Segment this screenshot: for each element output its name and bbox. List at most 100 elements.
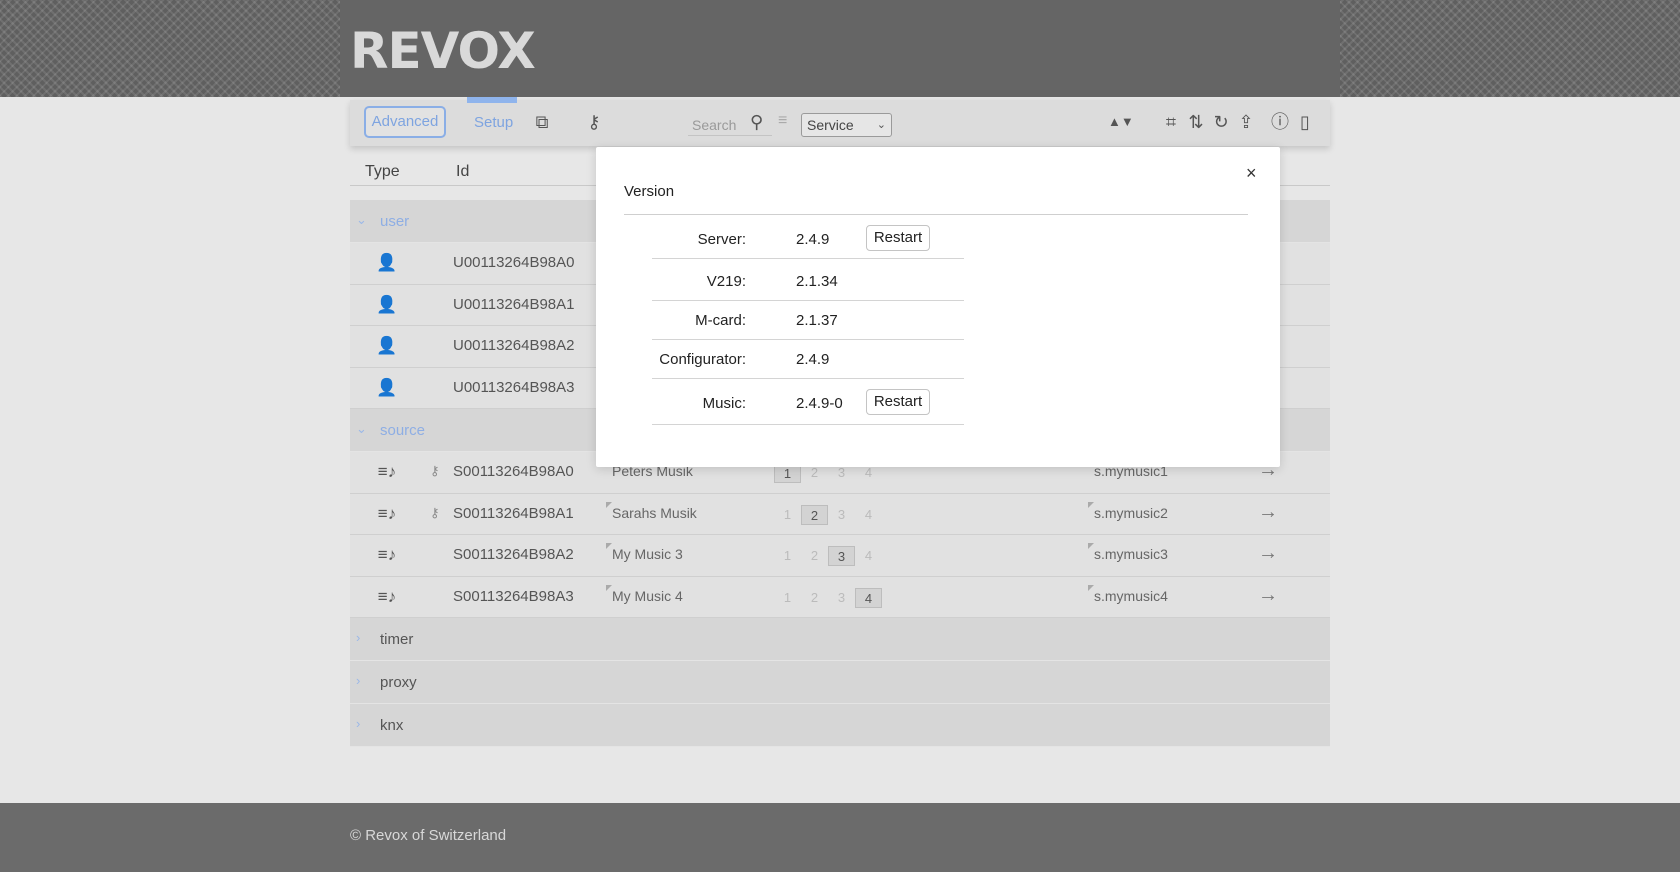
row-name[interactable]: Sarahs Musik xyxy=(612,505,697,521)
cpu-icon[interactable]: ⌗ xyxy=(1159,110,1183,134)
toolbar: Advanced Setup ⧉ ⚷ Search ⚲ ≡ Service ⌄ … xyxy=(350,100,1330,146)
playlist-icon: ≡♪ xyxy=(377,462,397,481)
playlist-icon: ≡♪ xyxy=(377,545,397,564)
dialog-divider xyxy=(624,214,1248,215)
row-id: S00113264B98A0 xyxy=(453,463,574,480)
membership-3[interactable]: 3 xyxy=(828,505,855,525)
row-id: U00113264B98A2 xyxy=(453,337,575,354)
table-row[interactable]: ≡♪ S00113264B98A2 My Music 3 1 2 3 4 s.m… xyxy=(350,535,1330,577)
user-membership: 1 2 3 4 xyxy=(774,504,882,525)
tab-setup[interactable]: Setup xyxy=(474,114,513,131)
chevron-right-icon: › xyxy=(356,716,361,731)
group-proxy[interactable]: › proxy xyxy=(350,661,1330,704)
footer: © Revox of Switzerland xyxy=(0,803,1680,872)
version-label: Server: xyxy=(697,231,746,248)
filter-icon[interactable]: ≡ xyxy=(778,112,787,130)
active-tab-indicator xyxy=(467,97,517,103)
version-label: V219: xyxy=(706,273,746,290)
row-name[interactable]: My Music 4 xyxy=(612,588,683,604)
membership-1[interactable]: 1 xyxy=(774,505,801,525)
membership-4[interactable]: 4 xyxy=(855,505,882,525)
membership-3[interactable]: 3 xyxy=(828,546,855,566)
row-alias[interactable]: s.mymusic3 xyxy=(1094,546,1168,562)
chevron-down-icon: ⌄ xyxy=(356,421,367,436)
key-icon: ⚷ xyxy=(430,463,440,478)
table-row[interactable]: ≡♪ ⚷ S00113264B98A1 Sarahs Musik 1 2 3 4… xyxy=(350,493,1330,535)
transfer-icon[interactable]: ⇅ xyxy=(1184,110,1208,134)
table-row[interactable]: ≡♪ S00113264B98A3 My Music 4 1 2 3 4 s.m… xyxy=(350,576,1330,618)
close-icon[interactable]: × xyxy=(1246,163,1257,184)
chevron-down-icon: ⌄ xyxy=(876,119,886,131)
user-membership: 1 2 3 4 xyxy=(774,546,882,566)
group-label: proxy xyxy=(380,674,417,691)
version-value: 2.1.34 xyxy=(796,273,838,290)
row-id: U00113264B98A1 xyxy=(453,295,575,313)
row-name[interactable]: My Music 3 xyxy=(612,546,683,562)
row-id: S00113264B98A2 xyxy=(453,546,574,563)
service-select[interactable]: Service ⌄ xyxy=(801,113,892,137)
membership-2[interactable]: 2 xyxy=(801,546,828,566)
key-icon: ⚷ xyxy=(430,504,440,520)
group-timer[interactable]: › timer xyxy=(350,618,1330,661)
copyright-text: © Revox of Switzerland xyxy=(350,827,507,844)
copy-icon[interactable]: ⧉ xyxy=(530,110,554,134)
membership-1[interactable]: 1 xyxy=(774,546,801,566)
version-label: Configurator: xyxy=(659,351,746,368)
row-alias[interactable]: s.mymusic4 xyxy=(1094,588,1168,604)
version-row-configurator: Configurator: 2.4.9 xyxy=(652,341,964,379)
group-label: user xyxy=(380,213,410,230)
upload-icon[interactable]: ⇪ xyxy=(1234,110,1258,134)
row-alias[interactable]: s.mymusic2 xyxy=(1094,505,1168,521)
version-row-server: Server: 2.4.9 Restart xyxy=(652,221,964,259)
chevron-down-icon: ⌄ xyxy=(356,212,367,227)
membership-3[interactable]: 3 xyxy=(828,588,855,608)
info-icon[interactable]: ⓘ xyxy=(1268,110,1292,134)
sort-icon[interactable]: ▲▼ xyxy=(1108,110,1134,134)
version-row-mcard: M-card: 2.1.37 xyxy=(652,302,964,340)
arrow-right-icon[interactable]: → xyxy=(1258,501,1278,524)
group-knx[interactable]: › knx xyxy=(350,704,1330,747)
arrow-right-icon[interactable]: → xyxy=(1258,542,1278,565)
row-id: S00113264B98A1 xyxy=(453,504,574,522)
chevron-right-icon: › xyxy=(356,630,361,645)
refresh-icon[interactable]: ↻ xyxy=(1209,110,1233,134)
mobile-icon[interactable]: ▯ xyxy=(1293,110,1317,134)
version-value: 2.4.9 xyxy=(796,351,830,368)
user-icon: 👤 xyxy=(376,336,398,355)
version-value: 2.4.9 xyxy=(796,231,830,248)
user-icon: 👤 xyxy=(376,253,398,272)
user-icon: 👤 xyxy=(376,377,398,397)
playlist-icon: ≡♪ xyxy=(377,586,397,606)
group-label: source xyxy=(380,422,426,439)
advanced-button[interactable]: Advanced xyxy=(364,106,446,138)
key-icon[interactable]: ⚷ xyxy=(582,110,606,134)
membership-1[interactable]: 1 xyxy=(774,588,801,608)
revox-logo: REVOX xyxy=(350,22,536,80)
version-value: 2.4.9-0 xyxy=(796,395,843,412)
version-value: 2.1.37 xyxy=(796,312,838,329)
version-row-music: Music: 2.4.9-0 Restart xyxy=(652,381,964,425)
membership-4[interactable]: 4 xyxy=(855,587,882,608)
restart-server-button[interactable]: Restart xyxy=(866,225,930,251)
user-icon: 👤 xyxy=(376,294,398,314)
service-select-value: Service xyxy=(807,117,854,133)
group-label: knx xyxy=(380,717,404,734)
membership-2[interactable]: 2 xyxy=(801,504,828,525)
membership-4[interactable]: 4 xyxy=(855,546,882,566)
version-dialog: Version × Server: 2.4.9 Restart V219: 2.… xyxy=(596,147,1280,467)
restart-music-button[interactable]: Restart xyxy=(866,389,930,415)
row-id: S00113264B98A3 xyxy=(453,587,574,605)
playlist-icon: ≡♪ xyxy=(377,503,397,523)
arrow-right-icon[interactable]: → xyxy=(1258,584,1278,607)
version-row-v219: V219: 2.1.34 xyxy=(652,263,964,301)
chevron-right-icon: › xyxy=(356,673,361,688)
row-id: U00113264B98A3 xyxy=(453,378,575,396)
group-label: timer xyxy=(380,631,414,648)
header-id: Id xyxy=(456,163,470,180)
user-membership: 1 2 3 4 xyxy=(774,587,882,608)
membership-2[interactable]: 2 xyxy=(801,588,828,608)
version-label: Music: xyxy=(702,395,746,412)
header-type: Type xyxy=(365,163,400,180)
search-icon[interactable]: ⚲ xyxy=(750,112,763,133)
row-id: U00113264B98A0 xyxy=(453,254,575,271)
